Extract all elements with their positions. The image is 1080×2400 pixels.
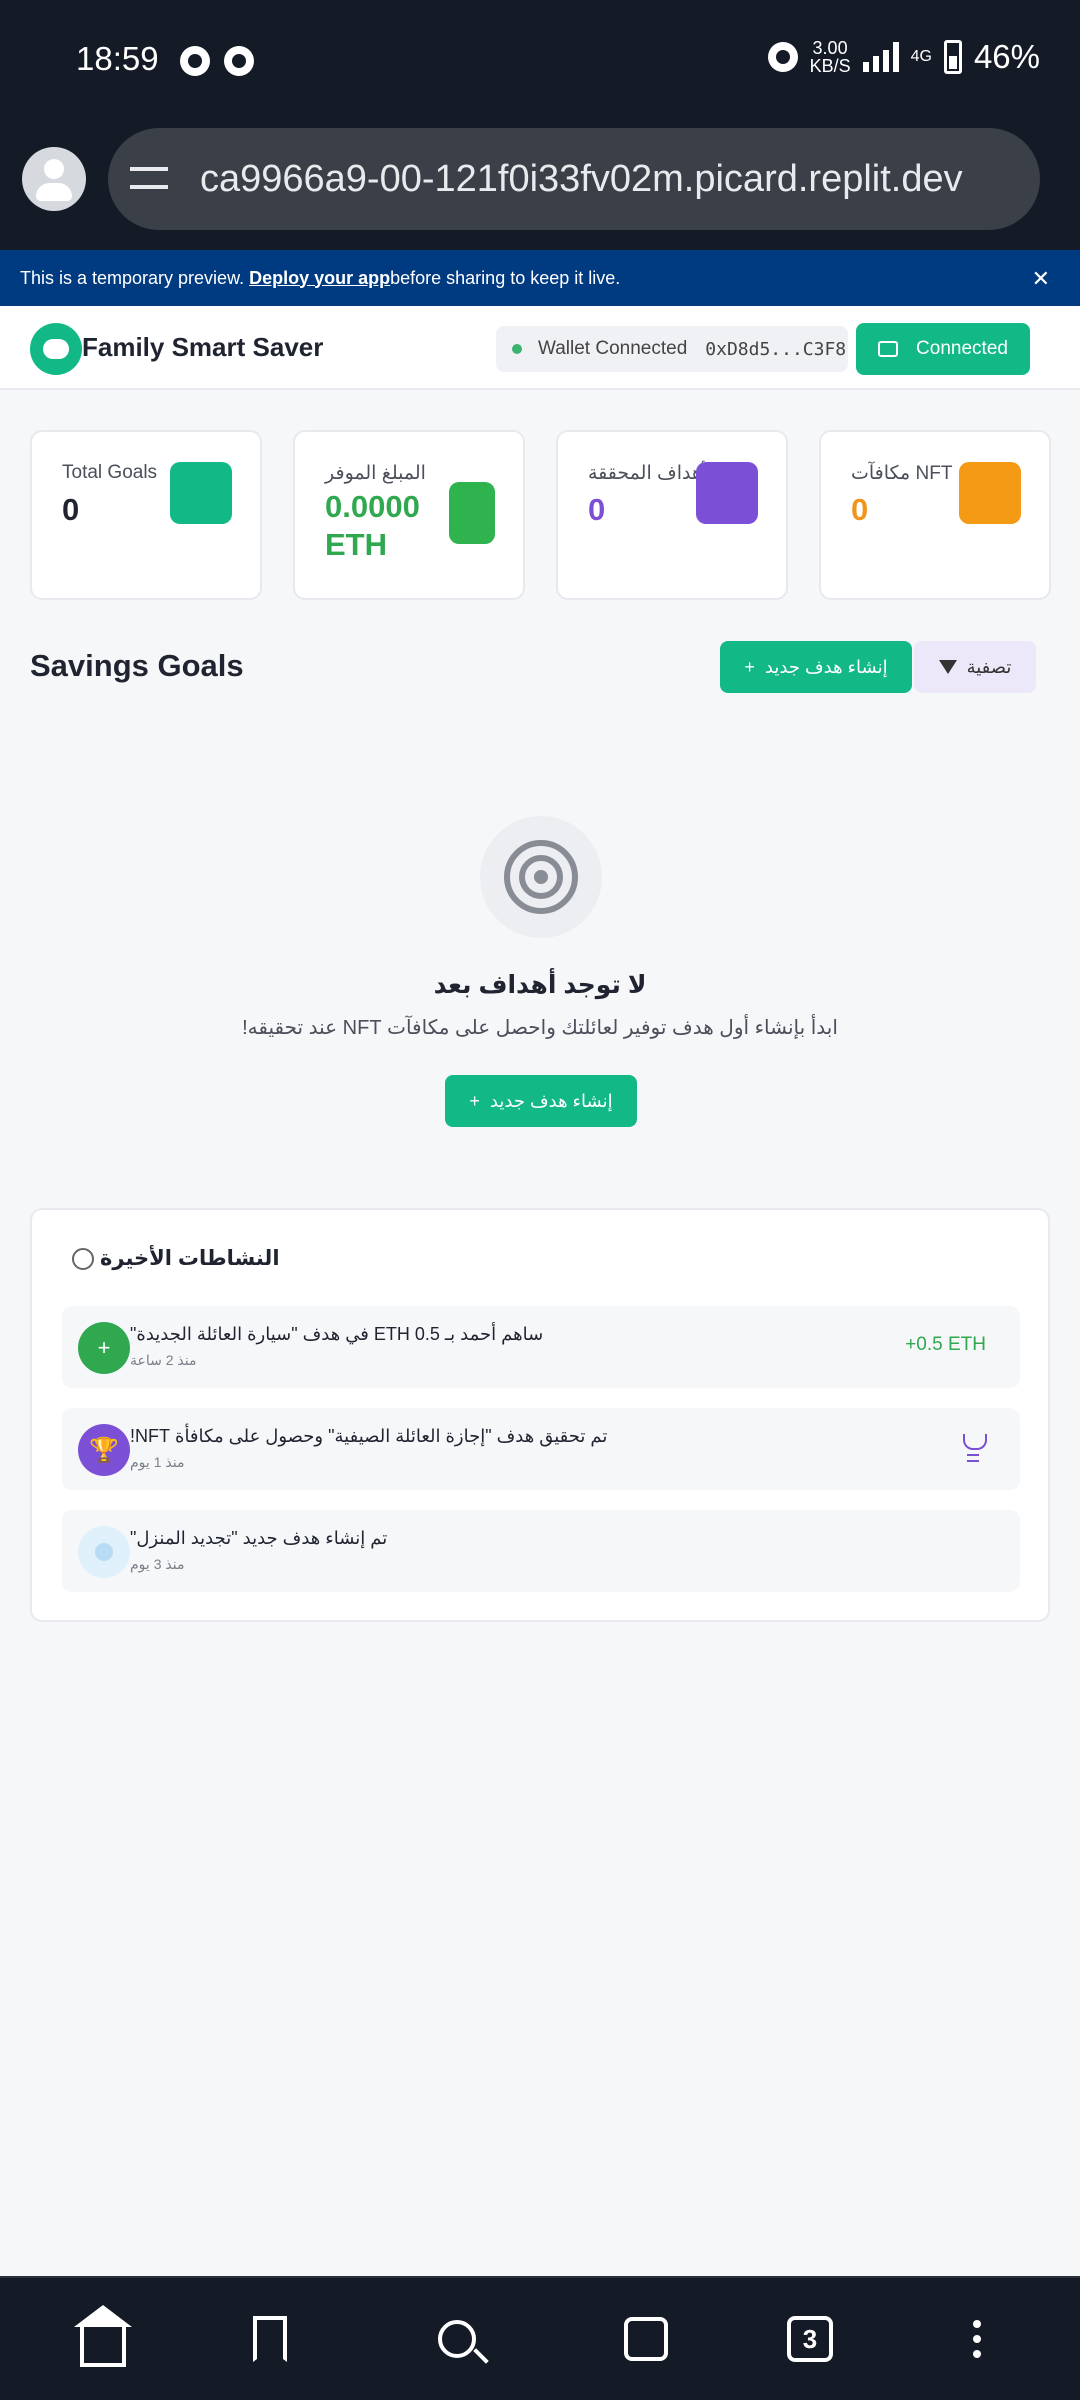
wallet-status-chip: Wallet Connected 0xD8d5...C3F8 [496, 326, 848, 372]
activity-row: 🏆 تم تحقيق هدف "إجازة العائلة الصيفية" و… [62, 1408, 1020, 1490]
goals-icon [170, 462, 232, 524]
empty-new-goal-button[interactable]: + إنشاء هدف جديد [445, 1075, 637, 1127]
filter-button[interactable]: تصفية [914, 641, 1036, 693]
recent-activity-title: النشاطات الأخيرة [72, 1246, 280, 1271]
battery-icon [943, 40, 962, 74]
status-bar: 18:59 3.00 KB/S 4G 46% [0, 0, 1080, 125]
network-speed: 3.00 KB/S [809, 38, 851, 76]
wallet-status: Wallet Connected [538, 338, 688, 359]
chrome-notification-icon [224, 46, 254, 76]
stat-card-achieved-goals: الأهداف المحققة 0 [556, 430, 788, 600]
deploy-link[interactable]: Deploy your app [249, 268, 390, 289]
stat-value: 0 [851, 492, 869, 527]
notification-app-icon [180, 46, 210, 76]
activity-text: تم إنشاء هدف جديد "تجديد المنزل" [130, 1528, 388, 1548]
empty-state-subtitle: ابدأ بإنشاء أول هدف توفير لعائلتك واحصل … [242, 1017, 838, 1039]
banner-text-after: before sharing to keep it live. [390, 267, 621, 288]
url-row: ca9966a9-00-121f0i33fv02m.picard.replit.… [0, 125, 1080, 250]
stat-label: Total Goals [62, 462, 158, 483]
stat-label: المبلغ الموفر [325, 463, 426, 484]
piggy-bank-icon [30, 323, 82, 375]
alarm-icon [767, 42, 798, 72]
empty-state-title: لا توجد أهداف بعد [433, 971, 647, 999]
achievement-icon [696, 462, 758, 524]
connected-button[interactable]: Connected [856, 323, 1030, 375]
plus-icon: + [78, 1322, 130, 1374]
stat-value: 0 [62, 492, 80, 527]
status-right: 3.00 KB/S 4G 46% [767, 38, 1040, 76]
activity-time: منذ 1 يوم [130, 1454, 185, 1470]
target-icon [504, 840, 578, 914]
activity-row: تم إنشاء هدف جديد "تجديد المنزل" منذ 3 ي… [62, 1510, 1020, 1592]
stat-value: 0.0000 ETH [325, 489, 420, 562]
plus-icon: + [469, 1090, 480, 1111]
home-icon[interactable] [68, 2304, 138, 2374]
trophy-icon [960, 1434, 987, 1462]
filter-icon [938, 660, 957, 674]
url-text[interactable]: ca9966a9-00-121f0i33fv02m.picard.replit.… [200, 158, 963, 201]
status-time: 18:59 [76, 40, 159, 77]
battery-percent: 46% [973, 38, 1040, 75]
more-options-icon[interactable] [942, 2304, 1012, 2374]
browser-bottom-nav: 3 [0, 2276, 1080, 2400]
coins-icon [449, 482, 495, 544]
address-bar[interactable]: ca9966a9-00-121f0i33fv02m.picard.replit.… [108, 128, 1040, 230]
app-title: Family Smart Saver [82, 332, 324, 362]
profile-avatar[interactable] [22, 147, 86, 211]
savings-goals-title: Savings Goals [30, 648, 244, 683]
stat-card-nft-rewards: مكافآت NFT 0 [819, 430, 1051, 600]
tabs-icon[interactable]: 3 [775, 2304, 845, 2374]
preview-banner: This is a temporary preview. Deploy your… [0, 250, 1080, 306]
wallet-address: 0xD8d5...C3F8 [705, 338, 847, 360]
stat-label: مكافآت NFT [851, 463, 953, 484]
app-header: Family Smart Saver Wallet Connected 0xD8… [0, 306, 1080, 390]
network-type: 4G [910, 48, 932, 65]
activity-text: تم تحقيق هدف "إجازة العائلة الصيفية" وحص… [130, 1426, 608, 1446]
signal-icon [862, 42, 899, 72]
trophy-icon: 🏆 [78, 1424, 130, 1476]
stat-card-total-goals: Total Goals 0 [30, 430, 262, 600]
notification-icons [180, 46, 254, 76]
status-dot-icon [512, 344, 522, 354]
plus-icon: + [744, 656, 755, 677]
stat-card-saved-amount: المبلغ الموفر 0.0000 ETH [293, 430, 525, 600]
stat-value: 0 [588, 492, 606, 527]
extensions-icon[interactable] [611, 2304, 681, 2374]
history-icon [72, 1247, 94, 1270]
new-goal-activity-icon [78, 1526, 130, 1578]
activity-row: + ساهم أحمد بـ 0.5 ETH في هدف "سيارة الع… [62, 1306, 1020, 1388]
wallet-icon [878, 341, 899, 357]
empty-state-circle [480, 816, 602, 938]
bookmark-icon[interactable] [235, 2304, 305, 2374]
activity-text: ساهم أحمد بـ 0.5 ETH في هدف "سيارة العائ… [130, 1324, 544, 1344]
browser-chrome: 18:59 3.00 KB/S 4G 46% ca9966a9-00-121f0… [0, 0, 1080, 250]
activity-time: منذ 2 ساعة [130, 1352, 197, 1368]
banner-text-before: This is a temporary preview. [20, 267, 245, 288]
activity-time: منذ 3 يوم [130, 1556, 185, 1572]
search-icon[interactable] [422, 2304, 492, 2374]
new-goal-button[interactable]: + إنشاء هدف جديد [720, 641, 912, 693]
site-settings-icon[interactable] [130, 161, 172, 197]
recent-activity-card: النشاطات الأخيرة + ساهم أحمد بـ 0.5 ETH … [30, 1208, 1050, 1622]
close-icon[interactable]: ✕ [1032, 266, 1050, 292]
activity-amount: +0.5 ETH [905, 1334, 986, 1355]
nft-icon [959, 462, 1021, 524]
